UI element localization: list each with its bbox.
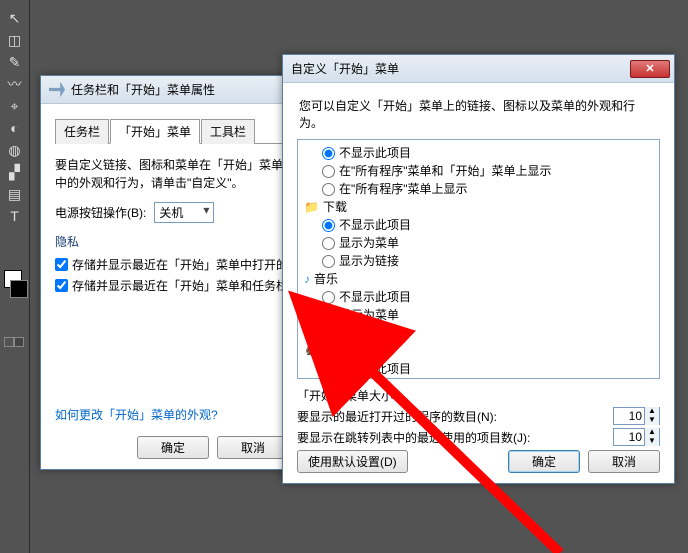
tool-marquee-icon[interactable]: ◫ <box>4 30 26 50</box>
privacy-check2-row[interactable]: 存储并显示最近在「开始」菜单和任务栏中打开的项目(M) <box>55 277 289 294</box>
opt-mu-hide[interactable] <box>322 291 335 304</box>
tool-clone-icon[interactable]: ▞ <box>4 162 26 182</box>
power-action-select[interactable]: 关机 <box>154 202 214 223</box>
tool-gradient-icon[interactable]: ▤ <box>4 184 26 204</box>
jumplist-items-label: 要显示在跳转列表中的最近使用的项目数(J): <box>297 429 530 446</box>
taskbar-properties-window: 任务栏和「开始」菜单属性 任务栏 「开始」菜单 工具栏 要自定义链接、图标和菜单… <box>40 75 304 470</box>
size-header: 「开始」菜单大小 <box>297 387 660 404</box>
tool-type-icon[interactable]: T <box>4 206 26 226</box>
opt-root-all-start[interactable] <box>322 165 335 178</box>
intro-text: 您可以自定义「开始」菜单上的链接、图标以及菜单的外观和行为。 <box>299 97 658 131</box>
opt-dn-link[interactable] <box>322 255 335 268</box>
customize-start-menu-window: 自定义「开始」菜单 ✕ 您可以自定义「开始」菜单上的链接、图标以及菜单的外观和行… <box>282 54 675 484</box>
tool-crop-icon[interactable]: ⌖ <box>4 96 26 116</box>
tool-heal-icon[interactable]: ◍ <box>4 140 26 160</box>
tab-toolbars[interactable]: 工具栏 <box>201 119 255 144</box>
color-swatches[interactable] <box>4 270 26 310</box>
spin-down-icon[interactable]: ▼ <box>645 437 659 446</box>
spin-down-icon[interactable]: ▼ <box>645 416 659 425</box>
privacy-check2[interactable] <box>55 279 68 292</box>
window-title: 自定义「开始」菜单 <box>291 60 630 77</box>
game-icon: ♞ <box>304 342 315 360</box>
opt-mu-menu[interactable] <box>322 309 335 322</box>
titlebar[interactable]: 任务栏和「开始」菜单属性 <box>41 76 303 104</box>
quick-mask-icons[interactable] <box>4 336 26 350</box>
opt-dn-hide[interactable] <box>322 219 335 232</box>
recent-programs-input[interactable] <box>614 409 644 423</box>
opt-root-hide[interactable] <box>322 147 335 160</box>
tab-start-menu[interactable]: 「开始」菜单 <box>110 119 200 144</box>
tab-taskbar[interactable]: 任务栏 <box>55 119 109 144</box>
customize-desc: 要自定义链接、图标和菜单在「开始」菜单中的外观和行为，请单击"自定义"。 <box>55 156 289 192</box>
ok-button[interactable]: 确定 <box>508 450 580 473</box>
titlebar[interactable]: 自定义「开始」菜单 ✕ <box>283 55 674 83</box>
app-toolbar: ↖ ◫ ✎ 〰 ⌖ ◐ ◍ ▞ ▤ T <box>0 0 30 553</box>
privacy-check1-row[interactable]: 存储并显示最近在「开始」菜单中打开的程序(P) <box>55 256 289 273</box>
opt-root-all-only[interactable] <box>322 183 335 196</box>
music-icon: ♪ <box>304 270 310 288</box>
tool-brush-icon[interactable]: ✎ <box>4 52 26 72</box>
cancel-button[interactable]: 取消 <box>588 450 660 473</box>
window-title: 任务栏和「开始」菜单属性 <box>71 81 299 98</box>
tabs: 任务栏 「开始」菜单 工具栏 <box>55 118 289 144</box>
options-tree[interactable]: 不显示此项目 在"所有程序"菜单和「开始」菜单上显示 在"所有程序"菜单上显示 … <box>297 139 660 379</box>
appearance-help-link[interactable]: 如何更改「开始」菜单的外观? <box>55 408 218 422</box>
use-defaults-button[interactable]: 使用默认设置(D) <box>297 450 408 473</box>
opt-mu-link[interactable] <box>322 327 335 340</box>
ok-button[interactable]: 确定 <box>137 436 209 459</box>
privacy-check1[interactable] <box>55 258 68 271</box>
folder-icon: 📁 <box>304 198 319 216</box>
jumplist-items-spinner[interactable]: ▲▼ <box>613 428 660 446</box>
close-icon[interactable]: ✕ <box>630 60 670 78</box>
tool-eyedrop-icon[interactable]: ◐ <box>4 118 26 138</box>
recent-programs-spinner[interactable]: ▲▼ <box>613 407 660 425</box>
privacy-label: 隐私 <box>55 233 289 252</box>
recent-programs-label: 要显示的最近打开过的程序的数目(N): <box>297 408 497 425</box>
opt-dn-menu[interactable] <box>322 237 335 250</box>
opt-gm-hide[interactable] <box>322 363 335 376</box>
jumplist-items-input[interactable] <box>614 430 644 444</box>
tool-lasso-icon[interactable]: 〰 <box>4 74 26 94</box>
background-swatch[interactable] <box>10 280 28 298</box>
tool-move-icon[interactable]: ↖ <box>4 8 26 28</box>
cancel-button[interactable]: 取消 <box>217 436 289 459</box>
power-button-label: 电源按钮操作(B): <box>55 204 146 221</box>
